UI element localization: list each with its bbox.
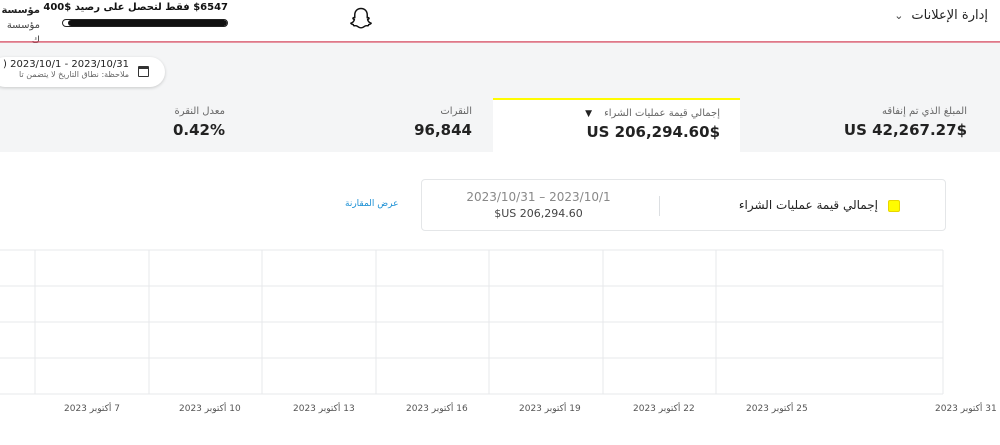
metric-value: $US 42,267.27: [843, 121, 967, 139]
metric-label: النقرات: [440, 106, 472, 117]
metric-value: 96,844: [414, 121, 472, 139]
promo-text: $6547 فقط لتحصل على رصيد $400: [43, 2, 228, 13]
metric-tab-clicks[interactable]: النقرات 96,844: [300, 98, 472, 152]
chevron-down-icon: ⌄: [894, 9, 904, 22]
metric-label: معدل النقرة: [174, 106, 225, 117]
metric-value: 0.42%: [172, 121, 225, 139]
caret-down-icon[interactable]: ▼: [585, 109, 592, 119]
date-range-value: 2023/10/31 - 2023/10/1 (: [3, 59, 129, 70]
line-chart: 7 أكتوبر 2023 10 أكتوبر 2023 13 أكتوبر 202…: [0, 249, 997, 414]
metric-tab-purchase-value[interactable]: إجمالي قيمة عمليات الشراء ▼ $US 206,294.…: [493, 98, 740, 152]
chart-card: إجمالي قيمة عمليات الشراء 2023/10/31 – 2…: [0, 152, 1000, 445]
ads-manager-label: إدارة الإعلانات: [911, 8, 988, 23]
x-tick-label: 19 أكتوبر 2023: [519, 402, 581, 414]
topbar-accent-rule: [0, 41, 1000, 43]
metric-tabs: المبلغ الذي تم إنفاقه $US 42,267.27 إجما…: [0, 98, 1000, 152]
account-subtitle: مؤسسة ك: [6, 20, 40, 46]
x-tick-label: 31 أكتوبر 2023: [935, 402, 997, 414]
metric-label: المبلغ الذي تم إنفاقه: [882, 106, 967, 117]
top-bar: إدارة الإعلانات ⌄ $6547 فقط لتحصل على رص…: [0, 0, 1000, 46]
x-tick-label: 13 أكتوبر 2023: [293, 402, 355, 414]
promo-progress-fill: [67, 20, 227, 26]
x-tick-label: 10 أكتوبر 2023: [179, 402, 241, 414]
metric-tab-ctr[interactable]: معدل النقرة 0.42%: [80, 98, 225, 152]
metric-label-row: إجمالي قيمة عمليات الشراء ▼: [493, 108, 720, 119]
x-tick-label: 22 أكتوبر 2023: [633, 402, 695, 414]
metric-value: $US 206,294.60: [586, 123, 720, 141]
snapchat-ghost-icon[interactable]: [350, 7, 372, 31]
promo-credit-banner[interactable]: $6547 فقط لتحصل على رصيد $400: [43, 2, 228, 27]
date-range-text: 2023/10/31 - 2023/10/1 ( ملاحظة: نطاق ال…: [3, 59, 129, 79]
date-range-note: ملاحظة: نطاق التاريخ لا يتضمن تا: [19, 70, 129, 79]
date-range-picker[interactable]: 2023/10/31 - 2023/10/1 ( ملاحظة: نطاق ال…: [0, 57, 165, 87]
x-tick-label: 16 أكتوبر 2023: [406, 402, 468, 414]
ads-manager-menu[interactable]: إدارة الإعلانات ⌄: [894, 8, 988, 23]
metric-tab-spend[interactable]: المبلغ الذي تم إنفاقه $US 42,267.27: [746, 98, 967, 152]
x-tick-label: 25 أكتوبر 2023: [746, 402, 808, 414]
promo-progress-bar: [62, 19, 228, 27]
metric-label: إجمالي قيمة عمليات الشراء: [604, 108, 720, 119]
account-name: مؤسسة: [1, 5, 40, 16]
calendar-icon: [138, 66, 149, 77]
page-root: { "topbar": { "nav_menu_label": "إدارة ا…: [0, 0, 1000, 445]
x-tick-label: 7 أكتوبر 2023: [64, 402, 120, 414]
